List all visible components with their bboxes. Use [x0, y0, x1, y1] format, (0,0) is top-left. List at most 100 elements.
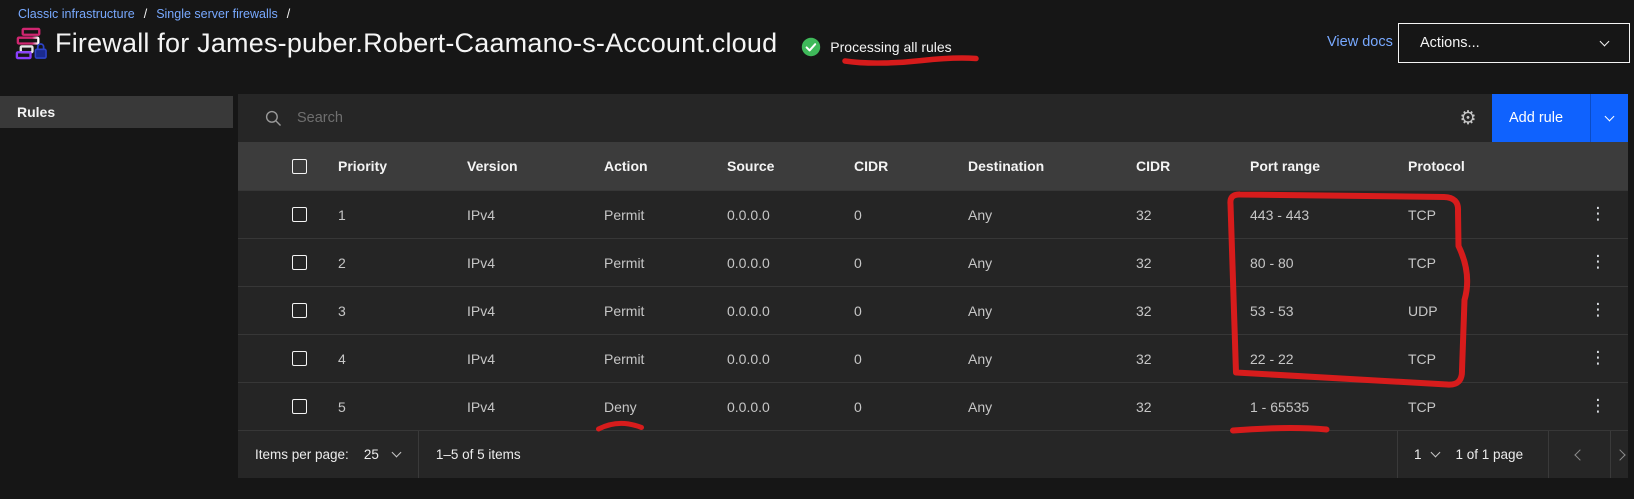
- cell-cidr: 32: [1136, 303, 1250, 319]
- cell-destination: Any: [968, 207, 1136, 223]
- cell-cidr: 0: [854, 399, 968, 415]
- table-toolbar: ⚙ Add rule: [238, 94, 1628, 142]
- cell-source: 0.0.0.0: [727, 255, 854, 271]
- view-docs-link[interactable]: View docs: [1327, 34, 1393, 50]
- breadcrumb: Classic infrastructure / Single server f…: [18, 7, 290, 21]
- row-checkbox[interactable]: [292, 351, 307, 366]
- select-all-checkbox[interactable]: [292, 159, 307, 174]
- items-per-page-label: Items per page:: [255, 447, 349, 462]
- checkbox-cell: [238, 351, 338, 366]
- breadcrumb-separator: /: [144, 7, 147, 21]
- caret-left-icon: [1574, 449, 1585, 460]
- table-row: 2IPv4Permit0.0.0.00Any3280 - 80TCP⋮: [238, 238, 1628, 286]
- row-checkbox[interactable]: [292, 303, 307, 318]
- overflow-cell: ⋮: [1568, 200, 1628, 229]
- cell-source: 0.0.0.0: [727, 399, 854, 415]
- row-overflow-menu-button[interactable]: ⋮: [1580, 392, 1617, 421]
- status-text: Processing all rules: [830, 39, 951, 55]
- table-body: 1IPv4Permit0.0.0.00Any32443 - 443TCP⋮2IP…: [238, 190, 1628, 430]
- page-number-select[interactable]: 1 1 of 1 page: [1397, 431, 1548, 478]
- lock-icon: [35, 43, 46, 57]
- column-header-destination: Destination: [968, 158, 1136, 174]
- cell-version: IPv4: [467, 351, 604, 367]
- page-number-value: 1: [1414, 447, 1422, 462]
- cell-cidr: 32: [1136, 255, 1250, 271]
- row-checkbox[interactable]: [292, 399, 307, 414]
- cell-cidr: 0: [854, 255, 968, 271]
- cell-protocol: TCP: [1408, 351, 1568, 367]
- gear-icon[interactable]: ⚙: [1444, 94, 1492, 142]
- column-header-version: Version: [467, 158, 604, 174]
- column-header-cidr: CIDR: [854, 158, 968, 174]
- cell-protocol: TCP: [1408, 207, 1568, 223]
- cell-cidr: 32: [1136, 351, 1250, 367]
- overflow-cell: ⋮: [1568, 296, 1628, 325]
- sidebar-item-rules[interactable]: Rules: [0, 96, 233, 128]
- search-input[interactable]: [297, 94, 1427, 142]
- cell-port-range: 22 - 22: [1250, 351, 1408, 367]
- cell-protocol: TCP: [1408, 399, 1568, 415]
- cell-action: Deny: [604, 399, 727, 415]
- cell-version: IPv4: [467, 255, 604, 271]
- column-header-port-range: Port range: [1250, 158, 1408, 174]
- row-overflow-menu-button[interactable]: ⋮: [1580, 296, 1617, 325]
- cell-destination: Any: [968, 399, 1136, 415]
- cell-action: Permit: [604, 255, 727, 271]
- table-row: 3IPv4Permit0.0.0.00Any3253 - 53UDP⋮: [238, 286, 1628, 334]
- breadcrumb-link-single-server-firewalls[interactable]: Single server firewalls: [156, 7, 278, 21]
- status-badge: Processing all rules: [801, 37, 951, 57]
- cell-destination: Any: [968, 255, 1136, 271]
- table-row: 4IPv4Permit0.0.0.00Any3222 - 22TCP⋮: [238, 334, 1628, 382]
- cell-priority: 4: [338, 351, 467, 367]
- search-icon: [265, 110, 282, 127]
- row-overflow-menu-button[interactable]: ⋮: [1580, 248, 1617, 277]
- row-overflow-menu-button[interactable]: ⋮: [1580, 344, 1617, 373]
- page-count-text: 1 of 1 page: [1456, 447, 1524, 462]
- previous-page-button[interactable]: [1548, 431, 1610, 478]
- overflow-cell: ⋮: [1568, 392, 1628, 421]
- items-per-page-value: 25: [364, 447, 379, 462]
- table-row: 5IPv4Deny0.0.0.00Any321 - 65535TCP⋮: [238, 382, 1628, 430]
- items-range-text: 1–5 of 5 items: [436, 447, 521, 462]
- add-rule-chevron-button[interactable]: [1590, 94, 1628, 142]
- cell-action: Permit: [604, 303, 727, 319]
- column-header-action: Action: [604, 158, 727, 174]
- actions-label: Actions...: [1420, 35, 1480, 51]
- breadcrumb-separator: /: [287, 7, 290, 21]
- cell-port-range: 53 - 53: [1250, 303, 1408, 319]
- items-per-page-select[interactable]: [391, 448, 401, 458]
- cell-version: IPv4: [467, 303, 604, 319]
- cell-port-range: 80 - 80: [1250, 255, 1408, 271]
- firewall-icon: [13, 26, 48, 61]
- cell-port-range: 1 - 65535: [1250, 399, 1408, 415]
- row-checkbox[interactable]: [292, 255, 307, 270]
- actions-dropdown[interactable]: Actions...: [1398, 23, 1630, 63]
- add-rule-label: Add rule: [1509, 110, 1563, 126]
- cell-source: 0.0.0.0: [727, 207, 854, 223]
- cell-priority: 1: [338, 207, 467, 223]
- cell-destination: Any: [968, 351, 1136, 367]
- overflow-cell: ⋮: [1568, 248, 1628, 277]
- cell-cidr: 0: [854, 303, 968, 319]
- column-header-protocol: Protocol: [1408, 158, 1568, 174]
- checkbox-cell: [238, 159, 338, 174]
- checkbox-cell: [238, 303, 338, 318]
- chevron-down-icon: [1430, 448, 1440, 458]
- divider: [418, 431, 419, 478]
- cell-priority: 3: [338, 303, 467, 319]
- next-page-button[interactable]: [1610, 431, 1628, 478]
- checkbox-cell: [238, 399, 338, 414]
- table-row: 1IPv4Permit0.0.0.00Any32443 - 443TCP⋮: [238, 190, 1628, 238]
- checkbox-cell: [238, 255, 338, 270]
- rules-panel: ⚙ Add rule PriorityVersionActionSourceCI…: [238, 94, 1628, 478]
- cell-source: 0.0.0.0: [727, 303, 854, 319]
- breadcrumb-link-classic-infrastructure[interactable]: Classic infrastructure: [18, 7, 135, 21]
- cell-port-range: 443 - 443: [1250, 207, 1408, 223]
- cell-priority: 2: [338, 255, 467, 271]
- column-header-source: Source: [727, 158, 854, 174]
- row-overflow-menu-button[interactable]: ⋮: [1580, 200, 1617, 229]
- cell-action: Permit: [604, 351, 727, 367]
- row-checkbox[interactable]: [292, 207, 307, 222]
- pagination-bar: Items per page: 25 1–5 of 5 items 1 1 of…: [238, 430, 1628, 478]
- chevron-down-icon: [1600, 36, 1610, 46]
